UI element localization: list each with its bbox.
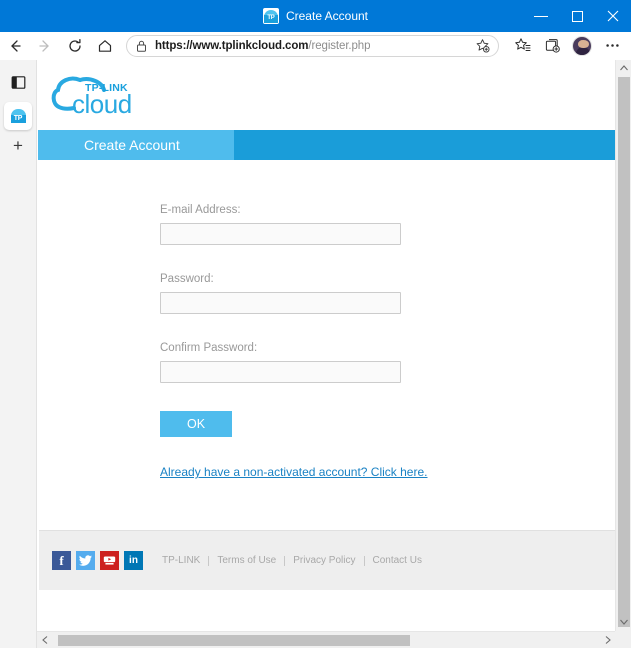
horizontal-scrollbar-track[interactable] <box>52 632 600 649</box>
collections-icon[interactable] <box>537 33 567 59</box>
footer-link-contact-us[interactable]: Contact Us <box>365 555 430 566</box>
email-field-label: E-mail Address: <box>160 204 615 216</box>
facebook-icon[interactable]: f <box>52 551 71 570</box>
vertical-scrollbar[interactable] <box>615 60 631 648</box>
scroll-up-arrow-icon[interactable] <box>616 60 631 76</box>
window-controls <box>523 0 631 32</box>
tab-favicon-label: TP <box>11 115 26 123</box>
linkedin-icon[interactable]: in <box>124 551 143 570</box>
footer-link-tplink[interactable]: TP-LINK <box>162 555 208 566</box>
lock-icon <box>135 39 148 53</box>
footer-link-terms-of-use[interactable]: Terms of Use <box>209 555 284 566</box>
footer-link-group: TP-LINK Terms of Use Privacy Policy Cont… <box>162 555 430 566</box>
browser-toolbar: https://www.tplinkcloud.com/register.php <box>0 32 631 60</box>
confirm-password-field[interactable] <box>160 361 401 383</box>
password-field-group: Password: <box>38 273 615 314</box>
profile-avatar[interactable] <box>567 33 597 59</box>
email-field[interactable] <box>160 223 401 245</box>
window-title: Create Account <box>286 9 368 23</box>
address-bar-url: https://www.tplinkcloud.com/register.php <box>155 40 370 52</box>
back-button[interactable] <box>0 33 30 59</box>
password-field[interactable] <box>160 292 401 314</box>
vertical-tab-rail: TP + <box>0 60 37 648</box>
footer-link-privacy-policy[interactable]: Privacy Policy <box>285 555 363 566</box>
site-logo-area: TP-LINK cloud <box>38 60 615 130</box>
twitter-icon[interactable] <box>76 551 95 570</box>
web-page: TP-LINK cloud Create Account E-mail Addr… <box>38 60 615 630</box>
site-footer: f in TP-LINK Terms of Use Privacy Policy… <box>39 530 615 590</box>
scroll-down-arrow-icon[interactable] <box>616 614 631 630</box>
site-navbar: Create Account <box>38 130 615 160</box>
sidebar-tab-create-account[interactable]: TP <box>4 102 32 130</box>
toolbar-icon-group <box>507 33 631 59</box>
password-field-label: Password: <box>160 273 615 285</box>
horizontal-scrollbar[interactable] <box>37 631 615 648</box>
new-tab-button[interactable]: + <box>5 132 32 159</box>
create-account-form: E-mail Address: Password: Confirm Passwo… <box>38 160 615 481</box>
maximize-button[interactable] <box>559 0 595 32</box>
settings-and-more-icon[interactable] <box>597 33 627 59</box>
avatar <box>572 36 592 56</box>
submit-row: OK <box>38 411 615 437</box>
youtube-icon[interactable] <box>100 551 119 570</box>
navbar-tab-create-account[interactable]: Create Account <box>38 130 234 160</box>
scroll-left-arrow-icon[interactable] <box>37 632 52 649</box>
vertical-tabs-panel-icon[interactable] <box>5 69 32 96</box>
home-button[interactable] <box>90 33 120 59</box>
url-host: https://www.tplinkcloud.com <box>155 40 308 52</box>
confirm-password-field-group: Confirm Password: <box>38 342 615 383</box>
scroll-right-arrow-icon[interactable] <box>600 632 615 649</box>
email-field-group: E-mail Address: <box>38 204 615 245</box>
new-tab-label: + <box>13 137 23 154</box>
window-title-bar: TP Create Account <box>0 0 631 32</box>
favicon-label: TP <box>264 15 278 23</box>
url-path: /register.php <box>308 40 370 52</box>
minimize-button[interactable] <box>523 0 559 32</box>
social-icon-group: f in <box>52 551 143 570</box>
navbar-tab-label: Create Account <box>84 137 180 153</box>
logo-product-text: cloud <box>72 91 132 117</box>
tplink-favicon-icon: TP <box>263 8 279 24</box>
helper-link-row: Already have a non-activated account? Cl… <box>38 463 615 481</box>
address-bar[interactable]: https://www.tplinkcloud.com/register.php <box>126 35 499 57</box>
ok-button[interactable]: OK <box>160 411 232 437</box>
scrollbar-corner <box>615 631 631 648</box>
vertical-scrollbar-thumb[interactable] <box>618 77 630 627</box>
page-viewport: TP-LINK cloud Create Account E-mail Addr… <box>37 60 615 630</box>
confirm-password-field-label: Confirm Password: <box>160 342 615 354</box>
forward-button[interactable] <box>30 33 60 59</box>
add-favorite-icon[interactable] <box>472 36 492 56</box>
non-activated-account-link[interactable]: Already have a non-activated account? Cl… <box>160 465 428 479</box>
tplink-tab-favicon-icon: TP <box>9 107 27 125</box>
horizontal-scrollbar-thumb[interactable] <box>58 635 410 646</box>
refresh-button[interactable] <box>60 33 90 59</box>
favorites-icon[interactable] <box>507 33 537 59</box>
close-button[interactable] <box>595 0 631 32</box>
tplink-cloud-logo[interactable]: TP-LINK cloud <box>50 74 158 122</box>
